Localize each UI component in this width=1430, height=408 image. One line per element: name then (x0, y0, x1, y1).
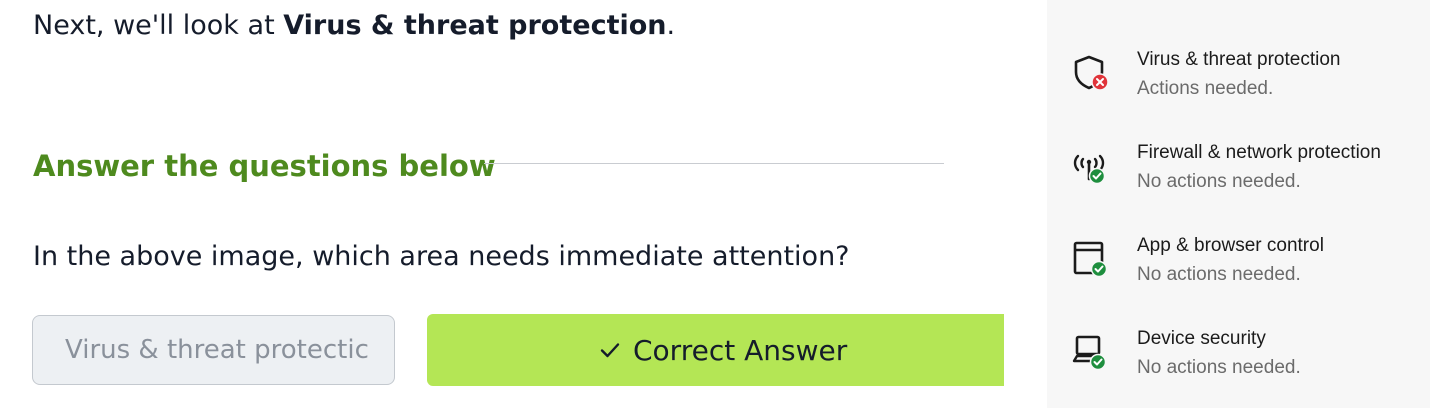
laptop-check-icon (1072, 335, 1107, 371)
task-panel: Next, we'll look at Virus & threat prote… (0, 0, 1017, 408)
intro-prefix: Next, we'll look at (33, 10, 284, 41)
intro-text: Next, we'll look at Virus & threat prote… (33, 8, 675, 44)
security-item-status: No actions needed. (1137, 171, 1301, 192)
intro-suffix: . (666, 10, 676, 41)
questions-heading: Answer the questions below (33, 149, 496, 183)
panel-gap (1004, 0, 1047, 408)
security-item-status: Actions needed. (1137, 78, 1274, 99)
checkmark-icon (600, 343, 620, 358)
correct-answer-label: Correct Answer (633, 333, 848, 367)
security-item-firewall[interactable]: Firewall & network protection No actions… (1047, 141, 1430, 211)
antenna-check-icon (1073, 154, 1106, 185)
security-item-status: No actions needed. (1137, 357, 1301, 378)
security-item-status: No actions needed. (1137, 264, 1301, 285)
security-item-app-browser[interactable]: App & browser control No actions needed. (1047, 234, 1430, 304)
security-item-virus[interactable]: Virus & threat protection Actions needed… (1047, 48, 1430, 118)
security-item-device[interactable]: Device security No actions needed. (1047, 327, 1430, 397)
security-item-title: Virus & threat protection (1137, 49, 1341, 70)
correct-answer-button[interactable]: Correct Answer (427, 314, 1017, 386)
question-text: In the above image, which area needs imm… (33, 241, 850, 272)
answer-field[interactable]: Virus & threat protectic (32, 315, 395, 385)
security-item-title: Firewall & network protection (1137, 142, 1381, 163)
security-item-title: App & browser control (1137, 235, 1324, 256)
security-item-title: Device security (1137, 328, 1266, 349)
heading-divider (484, 163, 944, 164)
intro-bold: Virus & threat protection (283, 10, 667, 41)
app-window-check-icon (1073, 241, 1108, 278)
shield-error-icon (1074, 55, 1109, 91)
windows-security-panel: Virus & threat protection Actions needed… (1047, 0, 1430, 408)
